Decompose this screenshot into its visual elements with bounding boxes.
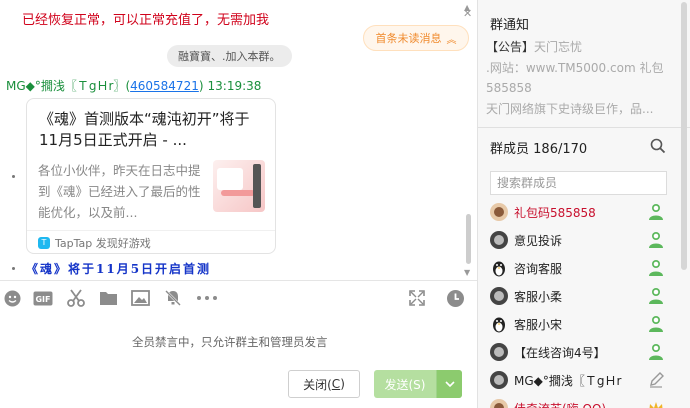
- shared-link-card[interactable]: 《魂》首测版本“魂沌初开”将于11月5日正式开启 - ... 各位小伙伴，昨天在…: [26, 98, 276, 254]
- avatar[interactable]: [490, 343, 508, 361]
- sidebar-divider: [478, 127, 690, 128]
- group-notice-body[interactable]: 【公告】天门忘忧 .网站：www.TM5000.com 礼包 585858 天门…: [486, 37, 676, 119]
- history-scrollbar[interactable]: [465, 14, 472, 278]
- input-divider: [0, 280, 477, 281]
- gif-icon[interactable]: GIF: [32, 285, 54, 311]
- members-count: 186/170: [533, 142, 588, 157]
- double-chevron-up-icon: ︽: [446, 34, 457, 46]
- group-sidebar: 群通知 【公告】天门忘忧 .网站：www.TM5000.com 礼包 58585…: [477, 0, 690, 408]
- message-time: 13:19:38: [207, 79, 262, 93]
- expand-icon[interactable]: [406, 285, 428, 311]
- search-icon[interactable]: [650, 138, 666, 154]
- sender-name[interactable]: MG◆°撊浅〖ＴgＨr〗: [6, 79, 125, 93]
- emoji-icon[interactable]: [1, 285, 23, 311]
- blue-text-message: 《魂》将于11月5日开启首测: [26, 262, 212, 276]
- owner-crown-icon: [648, 399, 664, 408]
- member-row[interactable]: 咨询客服: [478, 254, 678, 282]
- member-row[interactable]: 意见投诉: [478, 226, 678, 254]
- mute-bell-icon[interactable]: [162, 285, 184, 311]
- first-unread-button[interactable]: 首条未读消息 ︽: [363, 25, 469, 51]
- send-button[interactable]: 发送(S): [374, 370, 462, 398]
- admin-badge-icon: [648, 315, 664, 333]
- member-name: 意见投诉: [514, 234, 563, 248]
- admin-badge-icon: [648, 231, 664, 249]
- message-history[interactable]: 已经恢复正常，可以正常充值了，无需加我 ✕ 首条未读消息 ︽ 融寶寶、.加入本群…: [0, 0, 477, 280]
- pencil-icon: [648, 371, 664, 389]
- card-thumbnail: [213, 160, 265, 212]
- penguin-avatar-icon[interactable]: [490, 259, 508, 277]
- sender-qq-link[interactable]: 460584721: [130, 79, 199, 93]
- scrollbar-thumb[interactable]: [466, 214, 471, 264]
- member-name: MG◆°撊浅〖ＴgＨr: [514, 374, 622, 388]
- admin-badge-icon: [648, 203, 664, 221]
- bullet-icon: [12, 175, 15, 178]
- taptap-logo-icon: T: [38, 236, 50, 249]
- mute-all-notice: 全员禁言中，只允许群主和管理员发言: [132, 335, 328, 349]
- member-search-input[interactable]: [490, 171, 667, 195]
- member-row[interactable]: 佳奇流苏(嗨 QQ): [478, 394, 678, 408]
- group-notice-title: 群通知: [490, 18, 530, 33]
- member-name: 礼包码585858: [514, 206, 596, 220]
- member-name: 客服小宋: [514, 318, 563, 332]
- avatar[interactable]: [490, 203, 508, 221]
- close-button[interactable]: 关闭(C): [288, 370, 360, 398]
- member-row[interactable]: 【在线咨询4号】: [478, 338, 678, 366]
- card-description: 各位小伙伴，昨天在日志中提到《魂》已经进入了最后的性能优化，以及前...: [38, 163, 201, 220]
- member-name: 咨询客服: [514, 262, 563, 276]
- avatar[interactable]: [490, 371, 508, 389]
- admin-badge-icon: [648, 343, 664, 361]
- scroll-down-arrow-icon[interactable]: ▼: [464, 268, 470, 277]
- send-label[interactable]: 发送(S): [374, 370, 436, 398]
- card-source: TapTap 发现好游戏: [55, 236, 151, 250]
- avatar[interactable]: [490, 399, 508, 408]
- system-red-message: 已经恢复正常，可以正常充值了，无需加我: [22, 13, 270, 28]
- folder-icon[interactable]: [97, 285, 119, 311]
- member-row[interactable]: 礼包码585858: [478, 198, 678, 226]
- member-name: 客服小柔: [514, 290, 563, 304]
- unread-label: 首条未读消息: [375, 32, 442, 45]
- card-footer: T TapTap 发现好游戏: [27, 230, 275, 254]
- member-name: 佳奇流苏(嗨 QQ): [514, 400, 606, 408]
- message-header: MG◆°撊浅〖ＴgＨr〗(460584721) 13:19:38: [6, 79, 262, 93]
- sidebar-scrollbar-thumb[interactable]: [681, 2, 687, 270]
- more-icon[interactable]: [195, 285, 219, 311]
- notice-tag: 【公告】: [486, 40, 535, 54]
- penguin-avatar-icon[interactable]: [490, 315, 508, 333]
- member-row[interactable]: 客服小宋: [478, 310, 678, 338]
- bullet-icon: [12, 267, 15, 270]
- history-clock-icon[interactable]: [444, 285, 466, 311]
- scissors-icon[interactable]: [65, 285, 87, 311]
- image-icon[interactable]: [129, 285, 151, 311]
- avatar[interactable]: [490, 287, 508, 305]
- members-header: 群成员 186/170: [490, 142, 588, 157]
- scroll-up-arrow-icon[interactable]: ▲: [464, 3, 470, 12]
- input-toolbar: GIF: [0, 285, 477, 311]
- sidebar-scrollbar[interactable]: [679, 0, 689, 408]
- member-joined-notice: 融寶寶、.加入本群。: [167, 45, 292, 67]
- send-options-chevron-icon[interactable]: [436, 370, 462, 398]
- svg-text:GIF: GIF: [35, 295, 50, 304]
- member-name: 【在线咨询4号】: [514, 346, 606, 360]
- chat-pane: 已经恢复正常，可以正常充值了，无需加我 ✕ 首条未读消息 ︽ 融寶寶、.加入本群…: [0, 0, 477, 408]
- card-title: 《魂》首测版本“魂沌初开”将于11月5日正式开启 - ...: [39, 110, 250, 149]
- member-row[interactable]: MG◆°撊浅〖ＴgＨr: [478, 366, 678, 394]
- avatar[interactable]: [490, 231, 508, 249]
- admin-badge-icon: [648, 259, 664, 277]
- member-row[interactable]: 客服小柔: [478, 282, 678, 310]
- admin-badge-icon: [648, 287, 664, 305]
